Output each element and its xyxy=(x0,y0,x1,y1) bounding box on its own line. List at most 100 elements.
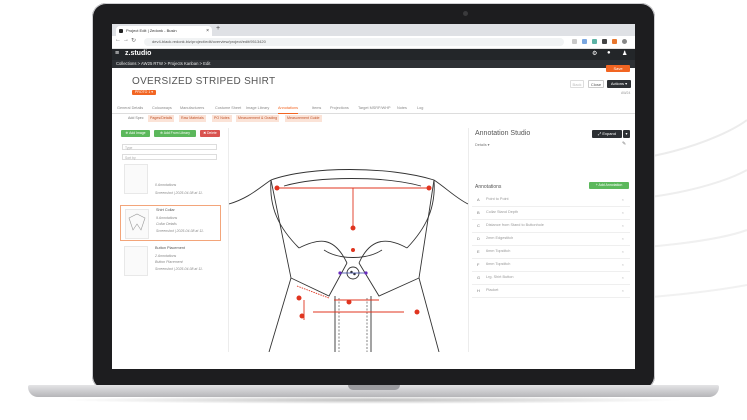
profile-icon[interactable] xyxy=(622,39,627,44)
close-button[interactable]: Close xyxy=(588,80,604,88)
annotation-letter: H xyxy=(477,288,480,293)
annotation-row[interactable]: G Lrg. Shirt Button × xyxy=(472,272,630,285)
delete-label: Delete xyxy=(206,131,217,135)
subtab-add-spec[interactable]: Add Spec xyxy=(126,115,146,122)
annotation-row[interactable]: B Collar Stand Depth × xyxy=(472,207,630,220)
item-subtitle: Collar Details xyxy=(156,222,177,226)
list-item[interactable]: Button Placement 2 Annotations Button Pl… xyxy=(120,243,221,283)
url-field[interactable]: dev4-black.redonk.biz/project/edit/overv… xyxy=(144,38,564,46)
extension-icon[interactable] xyxy=(582,39,587,44)
close-icon[interactable]: × xyxy=(622,223,624,228)
close-icon[interactable]: × xyxy=(206,26,209,36)
annotation-row[interactable]: D 2mm Edgestitch × xyxy=(472,233,630,246)
panel-title: Annotation Studio xyxy=(475,130,531,137)
type-select[interactable]: Type xyxy=(122,144,217,150)
tab-annotations[interactable]: Annotations xyxy=(278,103,299,114)
annotation-marker[interactable] xyxy=(350,225,356,231)
annotation-row[interactable]: E 6mm Topstitch × xyxy=(472,246,630,259)
expand-dropdown-icon[interactable]: ▾ xyxy=(623,130,630,138)
annotation-handle[interactable] xyxy=(364,271,368,275)
extension-icon[interactable] xyxy=(572,39,577,44)
annotation-letter: G xyxy=(477,275,481,280)
edit-icon[interactable]: ✎ xyxy=(622,141,626,147)
add-annotation-button[interactable]: + Add Annotation xyxy=(589,182,629,189)
list-item-selected[interactable]: Shirt Collar 9 Annotations Collar Detail… xyxy=(120,205,221,241)
extension-icon[interactable] xyxy=(592,39,597,44)
tab-colourways[interactable]: Colourways xyxy=(152,103,172,113)
annotation-row[interactable]: C Distance from Stand to Buttonhole × xyxy=(472,220,630,233)
annotation-row[interactable]: F 6mm Topstitch × xyxy=(472,259,630,272)
back-arrow-icon[interactable]: ← xyxy=(115,37,121,43)
annotation-handle[interactable] xyxy=(338,271,342,275)
user-icon[interactable]: ♟ xyxy=(622,50,627,57)
actions-button[interactable]: Actions ▾ xyxy=(607,80,631,88)
address-bar: ← → ↻ dev4-black.redonk.biz/project/edit… xyxy=(112,36,635,49)
tab-log[interactable]: Log xyxy=(417,103,423,113)
project-code: AW24 xyxy=(621,91,631,95)
delete-button[interactable]: ✖ Delete xyxy=(200,130,220,137)
add-from-library-button[interactable]: ⊕ Add From Library xyxy=(154,130,196,137)
subtab-measurement-guide[interactable]: Measurement Guide xyxy=(285,115,322,122)
tab-target-msrp[interactable]: Target MSRP/WHP xyxy=(358,103,391,113)
back-button[interactable]: Back xyxy=(570,80,584,88)
favicon-icon xyxy=(119,29,123,33)
close-icon[interactable]: × xyxy=(622,275,624,280)
subtab-pages-details[interactable]: Pages/Details xyxy=(148,115,175,122)
annotation-marker[interactable] xyxy=(296,295,302,301)
close-icon[interactable]: × xyxy=(622,288,624,293)
new-tab-icon[interactable]: + xyxy=(216,25,220,32)
url-text: dev4-black.redonk.biz/project/edit/overv… xyxy=(152,39,266,44)
browser-tab[interactable]: Project Edit | Zedonk - Busin × xyxy=(116,26,212,36)
gear-icon[interactable]: ⚙ xyxy=(592,50,597,57)
page-title: OVERSIZED STRIPED SHIRT xyxy=(132,76,276,87)
annotation-canvas[interactable] xyxy=(228,128,469,353)
item-subtitle: Button Placement xyxy=(155,260,183,264)
annotation-marker[interactable] xyxy=(351,248,355,252)
tab-general-details[interactable]: General Details xyxy=(117,103,143,113)
details-dropdown[interactable]: Details ▾ xyxy=(475,142,490,147)
tab-items[interactable]: Items xyxy=(312,103,321,113)
laptop-screen: Project Edit | Zedonk - Busin × + ← → ↻ … xyxy=(112,24,635,369)
annotation-marker[interactable] xyxy=(426,185,432,191)
hamburger-icon[interactable]: ≡ xyxy=(115,50,119,57)
status-badge[interactable]: PROTO 1 ▾ xyxy=(132,90,157,95)
subtab-po-notes[interactable]: PO Notes xyxy=(212,115,232,122)
annotation-label: 6mm Topstitch xyxy=(486,249,511,253)
close-icon[interactable]: × xyxy=(622,236,624,241)
close-icon[interactable]: × xyxy=(622,210,624,215)
close-icon[interactable]: × xyxy=(622,249,624,254)
annotation-marker[interactable] xyxy=(414,309,420,315)
annotation-label: Lrg. Shirt Button xyxy=(486,275,514,279)
sort-select[interactable]: Sort by xyxy=(122,154,217,160)
expand-button[interactable]: ⤢ Expand xyxy=(592,130,622,138)
add-image-button[interactable]: ⊕ Add Image xyxy=(121,130,150,137)
tab-costume-sheet[interactable]: Costume Sheet xyxy=(215,103,241,113)
annotation-marker[interactable] xyxy=(274,185,280,191)
annotation-row[interactable]: A Point to Point × xyxy=(472,194,630,207)
tab-image-library[interactable]: Image Library xyxy=(246,103,269,113)
tab-notes[interactable]: Notes xyxy=(397,103,407,113)
tab-projections[interactable]: Projections xyxy=(330,103,349,113)
annotation-marker[interactable] xyxy=(346,299,352,305)
breadcrumb[interactable]: Collections > AW25 RTW > Projects Kanban… xyxy=(116,61,210,66)
app-logo[interactable]: z.studio xyxy=(125,50,151,57)
expand-label: Expand xyxy=(602,131,616,136)
add-from-library-label: Add From Library xyxy=(163,131,190,135)
list-item[interactable]: 0 Annotations Screenshot | 2025-04-08 at… xyxy=(120,161,221,203)
subtab-measurement-grading[interactable]: Measurement & Grading xyxy=(236,115,280,122)
annotation-row[interactable]: H Placket × xyxy=(472,285,630,298)
add-image-label: Add Image xyxy=(129,131,146,135)
close-icon[interactable]: × xyxy=(622,197,624,202)
extension-icon[interactable] xyxy=(612,39,617,44)
reload-icon[interactable]: ↻ xyxy=(131,37,136,44)
image-thumbnail xyxy=(125,209,149,239)
save-button[interactable]: Save xyxy=(606,65,630,72)
notification-icon[interactable]: ● xyxy=(607,50,611,56)
annotation-marker[interactable] xyxy=(299,313,305,319)
forward-arrow-icon[interactable]: → xyxy=(123,37,129,43)
subtab-raw-materials[interactable]: Raw Materials xyxy=(179,115,206,122)
extension-icon[interactable] xyxy=(602,39,607,44)
annotation-count: 9 Annotations xyxy=(156,216,178,220)
tab-manufacturers[interactable]: Manufacturers xyxy=(180,103,204,113)
close-icon[interactable]: × xyxy=(622,262,624,267)
